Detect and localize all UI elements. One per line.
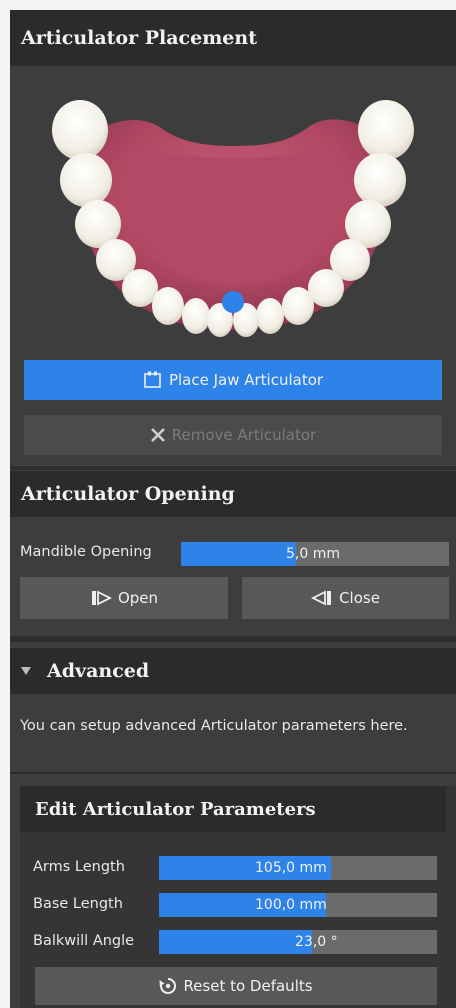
advanced-section-header[interactable]: Advanced — [10, 648, 456, 694]
remove-articulator-button[interactable]: Remove Articulator — [24, 415, 442, 455]
balkwill-angle-label: Balkwill Angle — [33, 933, 135, 949]
advanced-divider — [10, 772, 456, 774]
reset-to-defaults-button[interactable]: Reset to Defaults — [35, 967, 437, 1005]
mandible-opening-slider[interactable]: 5,0 mm — [181, 542, 449, 566]
base-length-slider[interactable]: 100,0 mm — [159, 893, 437, 917]
reset-to-defaults-label: Reset to Defaults — [183, 977, 313, 995]
balkwill-angle-slider[interactable]: 23,0 ° — [159, 930, 437, 954]
remove-articulator-label: Remove Articulator — [171, 426, 317, 444]
mandible-opening-value: 5,0 mm — [286, 546, 340, 562]
opening-section-header: Articulator Opening — [10, 471, 456, 517]
close-button[interactable]: Close — [242, 577, 449, 619]
jaw-illustration — [52, 100, 414, 337]
arms-length-slider[interactable]: 105,0 mm — [159, 856, 437, 880]
base-length-label: Base Length — [33, 896, 123, 912]
close-button-label: Close — [339, 589, 380, 607]
mandible-jaw-model[interactable] — [10, 66, 456, 356]
section-divider — [10, 466, 456, 470]
placement-section-header: Articulator Placement — [10, 10, 456, 66]
section-divider-2 — [10, 636, 456, 642]
open-button-label: Open — [117, 589, 159, 607]
open-button[interactable]: Open — [20, 577, 228, 619]
place-jaw-articulator-button[interactable]: Place Jaw Articulator — [24, 360, 442, 400]
placement-title: Articulator Placement — [21, 27, 257, 49]
close-x-icon — [150, 427, 166, 443]
advanced-title: Advanced — [47, 660, 150, 682]
advanced-description: You can setup advanced Articulator param… — [20, 718, 408, 734]
articulator-panel: Articulator Placement Place Jaw Articula… — [10, 10, 456, 1008]
opening-title: Articulator Opening — [21, 483, 235, 505]
articulator-place-icon — [143, 371, 163, 389]
arms-length-label: Arms Length — [33, 859, 125, 875]
edit-parameters-header: Edit Articulator Parameters — [20, 786, 446, 832]
arms-length-value: 105,0 mm — [255, 860, 327, 876]
close-jaw-icon — [311, 589, 333, 607]
mandible-opening-label: Mandible Opening — [20, 544, 152, 560]
balkwill-angle-fill — [159, 930, 312, 954]
open-jaw-icon — [90, 589, 112, 607]
reset-icon — [159, 977, 177, 995]
balkwill-angle-value: 23,0 ° — [295, 934, 338, 950]
place-jaw-articulator-label: Place Jaw Articulator — [168, 371, 324, 389]
mandible-opening-fill — [181, 542, 297, 566]
collapse-triangle-icon — [21, 667, 31, 675]
incisal-point-marker[interactable] — [222, 291, 244, 313]
base-length-value: 100,0 mm — [255, 897, 327, 913]
edit-parameters-title: Edit Articulator Parameters — [35, 798, 316, 820]
